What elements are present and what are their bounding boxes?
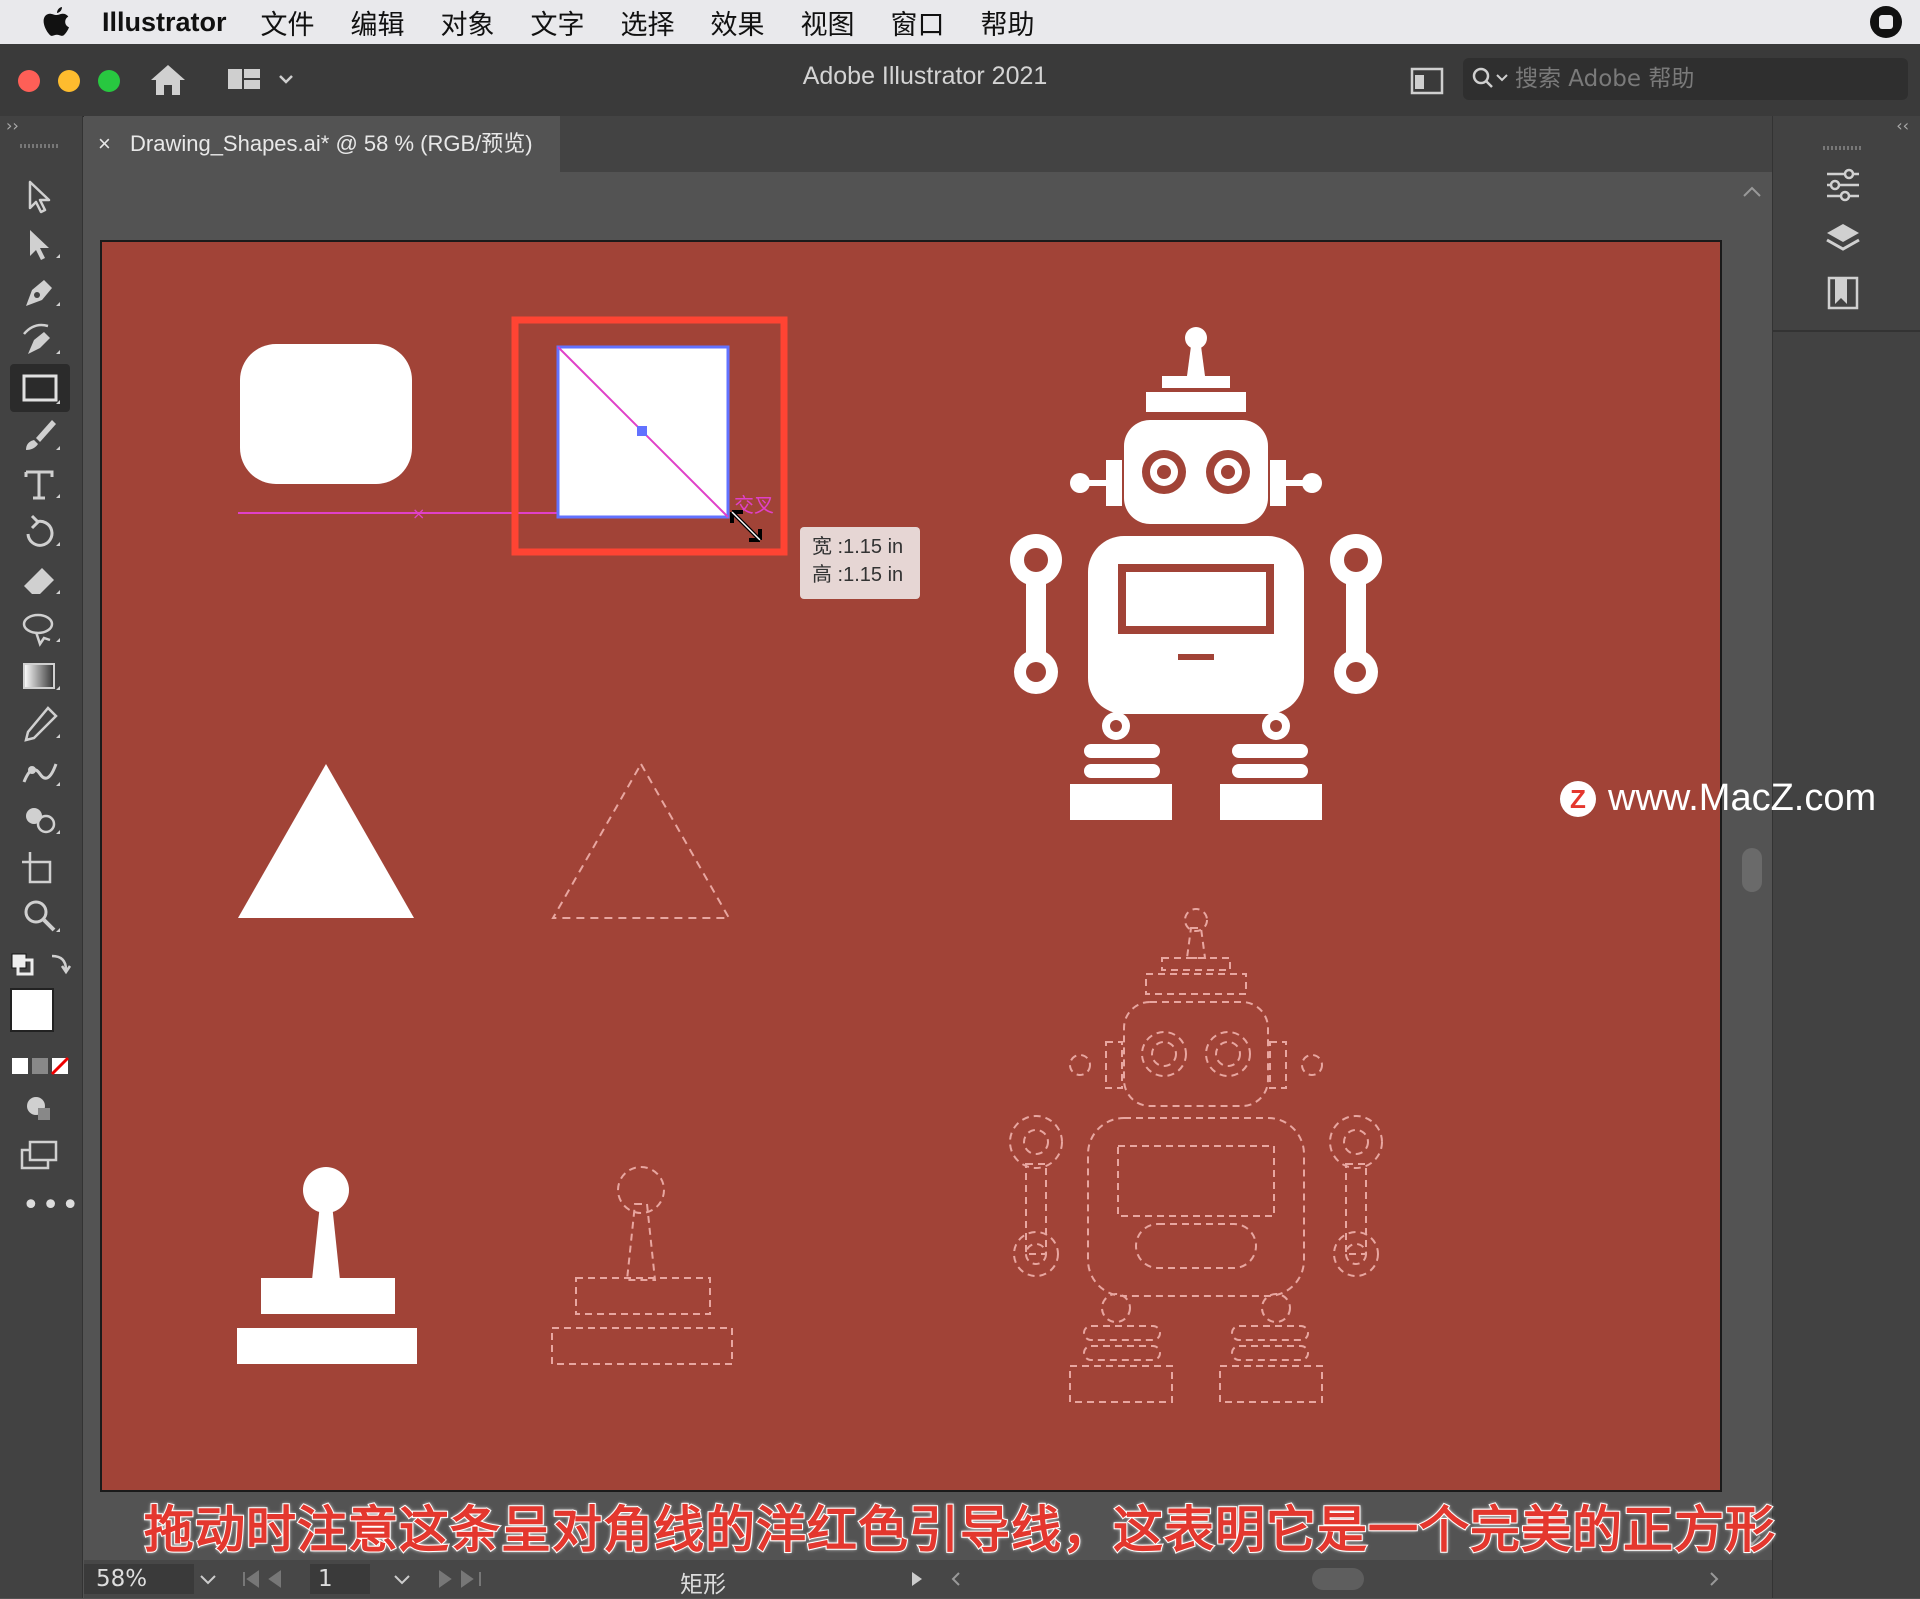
menu-help[interactable]: 帮助 xyxy=(981,3,1035,42)
layers-panel-icon[interactable] xyxy=(1823,220,1863,258)
app-menu[interactable]: Illustrator xyxy=(102,7,227,38)
pen-tool-icon[interactable] xyxy=(18,272,62,312)
window-title-bar: Adobe Illustrator 2021 搜索 Adobe 帮助 xyxy=(0,44,1920,117)
artboard-number-field[interactable]: 1 xyxy=(310,1564,370,1594)
collapse-toolbar-icon[interactable]: ›› xyxy=(6,116,76,138)
puppet-warp-tool-icon[interactable] xyxy=(18,752,62,792)
tools-panel: ›› ••• xyxy=(0,116,83,1598)
eraser-tool-icon[interactable] xyxy=(18,560,62,600)
status-bar: 58% 1 矩形 xyxy=(84,1560,1772,1598)
properties-panel-icon[interactable] xyxy=(1823,166,1863,204)
menu-object[interactable]: 对象 xyxy=(441,3,495,42)
artboard-dropdown-icon[interactable] xyxy=(390,1570,414,1588)
screen-mode-icon[interactable] xyxy=(18,1136,62,1176)
right-panel-dock: ‹‹ xyxy=(1772,116,1920,1598)
type-tool-icon[interactable] xyxy=(18,464,62,504)
artboard[interactable]: × 交叉 xyxy=(100,240,1722,1492)
scroll-up-icon[interactable] xyxy=(1740,182,1764,202)
triangle-shape[interactable] xyxy=(238,764,414,918)
lasso-tool-icon[interactable] xyxy=(18,608,62,648)
menu-type[interactable]: 文字 xyxy=(531,3,585,42)
fill-color-swatch[interactable] xyxy=(10,988,54,1032)
eyedropper-tool-icon[interactable] xyxy=(18,704,62,744)
gradient-tool-icon[interactable] xyxy=(18,656,62,696)
scroll-right-icon[interactable] xyxy=(1704,1570,1724,1588)
tooltip-height: 高 :1.15 in xyxy=(812,564,904,586)
watermark: Z www.MacZ.com xyxy=(1560,777,1876,820)
panel-divider xyxy=(1773,330,1920,332)
rectangle-tool-icon[interactable] xyxy=(18,368,62,408)
menu-file[interactable]: 文件 xyxy=(261,3,315,42)
rotate-tool-icon[interactable] xyxy=(18,512,62,552)
watermark-logo-icon: Z xyxy=(1560,780,1596,817)
search-icon xyxy=(1472,67,1508,88)
menu-effect[interactable]: 效果 xyxy=(711,3,765,42)
watermark-text: www.MacZ.com xyxy=(1608,777,1877,819)
artboard-number: 1 xyxy=(318,1566,333,1592)
menu-view[interactable]: 视图 xyxy=(801,3,855,42)
zoom-value: 58% xyxy=(96,1566,148,1592)
robot-template-outline xyxy=(1009,908,1383,1403)
zoom-tool-icon[interactable] xyxy=(18,896,62,936)
swap-fill-stroke-icon[interactable] xyxy=(8,948,74,982)
video-subtitle: 拖动时注意这条呈对角线的洋红色引导线，这表明它是一个完美的正方形 xyxy=(143,1500,1776,1560)
next-last-artboard-icons[interactable] xyxy=(436,1570,486,1588)
dimension-tooltip: 宽 :1.15 in 高 :1.15 in xyxy=(800,527,920,599)
center-point xyxy=(637,426,647,436)
draw-mode-icon[interactable] xyxy=(18,1088,62,1128)
selection-tool-icon[interactable] xyxy=(18,176,62,216)
status-menu-icon[interactable] xyxy=(908,1570,928,1588)
close-tab-icon[interactable]: × xyxy=(98,116,111,172)
apple-icon[interactable] xyxy=(42,5,72,39)
color-mode-buttons[interactable] xyxy=(10,1056,70,1076)
toolbar-grip-icon[interactable] xyxy=(20,142,60,150)
libraries-panel-icon[interactable] xyxy=(1823,274,1863,312)
tooltip-width: 宽 :1.15 in xyxy=(812,536,904,558)
artwork: × 交叉 xyxy=(237,316,1383,1403)
help-search-field[interactable]: 搜索 Adobe 帮助 xyxy=(1463,58,1908,100)
current-tool-name: 矩形 xyxy=(680,1572,726,1598)
collapse-panels-icon[interactable]: ‹‹ xyxy=(1896,116,1909,135)
horizontal-scrollbar-thumb[interactable] xyxy=(1312,1568,1364,1590)
document-tab-label: Drawing_Shapes.ai* @ 58 % (RGB/预览) xyxy=(130,131,533,156)
zoom-field[interactable]: 58% xyxy=(84,1564,194,1594)
menu-window[interactable]: 窗口 xyxy=(891,3,945,42)
paintbrush-tool-icon[interactable] xyxy=(18,416,62,456)
menu-edit[interactable]: 编辑 xyxy=(351,3,405,42)
stamp-shape[interactable] xyxy=(237,1167,417,1364)
rounded-rectangle-shape[interactable] xyxy=(240,344,412,484)
shape-builder-tool-icon[interactable] xyxy=(18,800,62,840)
vertical-scrollbar-thumb[interactable] xyxy=(1742,848,1762,892)
triangle-template-outline xyxy=(551,761,731,919)
direct-selection-tool-icon[interactable] xyxy=(18,224,62,264)
guide-anchor-mark: × xyxy=(412,504,425,523)
artboard-tool-icon[interactable] xyxy=(18,848,62,888)
stamp-template-outline xyxy=(551,1166,733,1365)
scroll-left-icon[interactable] xyxy=(946,1570,966,1588)
menu-select[interactable]: 选择 xyxy=(621,3,675,42)
edit-toolbar-icon[interactable]: ••• xyxy=(22,1188,81,1223)
first-previous-artboard-icons[interactable] xyxy=(240,1570,290,1588)
screen-record-icon[interactable] xyxy=(1870,6,1902,38)
zoom-dropdown-icon[interactable] xyxy=(196,1570,220,1588)
panel-grip-icon[interactable] xyxy=(1823,144,1863,152)
robot-shape[interactable] xyxy=(1010,327,1382,820)
panel-layout-icon[interactable] xyxy=(1410,66,1444,96)
document-tab-bar: × Drawing_Shapes.ai* @ 58 % (RGB/预览) xyxy=(84,116,1772,172)
help-search-placeholder: 搜索 Adobe 帮助 xyxy=(1515,66,1695,92)
document-tab[interactable]: × Drawing_Shapes.ai* @ 58 % (RGB/预览) xyxy=(84,116,560,172)
mac-menu-bar: Illustrator 文件 编辑 对象 文字 选择 效果 视图 窗口 帮助 xyxy=(0,0,1920,44)
curvature-tool-icon[interactable] xyxy=(18,320,62,360)
